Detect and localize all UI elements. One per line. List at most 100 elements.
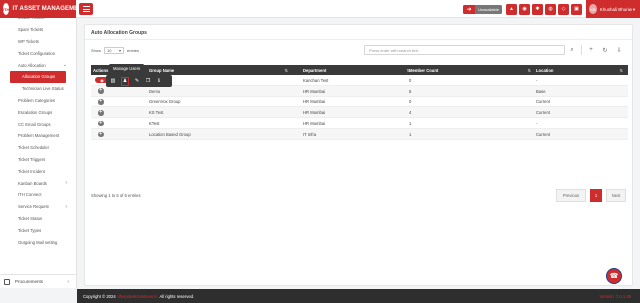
header-group-name[interactable]: Group Name ⇅ bbox=[149, 65, 291, 75]
sidebar-item-label: Ticket Incident bbox=[18, 168, 45, 174]
menu-toggle-button[interactable] bbox=[79, 3, 93, 15]
footer-link[interactable]: ithelpdesksolutions.in bbox=[118, 294, 158, 299]
download-icon[interactable]: ⇩ bbox=[614, 45, 624, 55]
expand-row-icon[interactable]: + bbox=[98, 110, 104, 116]
sidebar-item[interactable]: CC Email Groups bbox=[0, 118, 76, 130]
copy-icon[interactable]: ❐ bbox=[145, 78, 151, 85]
cell-member-count: 1 bbox=[409, 121, 412, 127]
sidebar-item-label: Ticket Types bbox=[18, 227, 42, 233]
cell-group-name: KTest bbox=[149, 121, 160, 127]
row-actions[interactable]: + bbox=[95, 118, 113, 129]
sidebar-item[interactable]: Ticket Triggers bbox=[0, 154, 76, 166]
sidebar-item-label: Service Request bbox=[18, 204, 49, 210]
search-input[interactable]: Press enter with search text bbox=[364, 45, 565, 55]
ticket-icon[interactable]: ▣ bbox=[571, 3, 582, 15]
sidebar-item-procurements[interactable]: Procurements › bbox=[0, 274, 76, 288]
sidebar-item[interactable]: Escalation Groups bbox=[0, 106, 76, 118]
table-row[interactable]: + KTest HR Mumbai 1 - bbox=[91, 118, 628, 129]
top-bar: ITH IT ASSET MANAGEMENT ➜ Unavailable ▲ … bbox=[0, 0, 640, 18]
cell-department: Kanchan Test bbox=[303, 77, 329, 83]
avatar: KB bbox=[589, 4, 597, 14]
sidebar-item[interactable]: Allocation Groups bbox=[10, 70, 66, 83]
globe-icon[interactable]: ◍ bbox=[545, 3, 556, 15]
sidebar-item[interactable]: Spam Tickets bbox=[0, 24, 76, 36]
cell-member-count: 5 bbox=[409, 88, 412, 94]
row-actions-menu: ▥ ♟ ✎ ❐ ℹ bbox=[106, 75, 172, 87]
page-size-select[interactable]: 10 ▾ bbox=[104, 47, 125, 54]
header-department[interactable]: Department ⇅ bbox=[303, 65, 413, 75]
expand-row-icon[interactable]: + bbox=[98, 131, 104, 138]
sidebar-item-label: Ticket Configuration bbox=[18, 50, 56, 56]
header-member-count[interactable]: Member Count ⇅ bbox=[409, 65, 534, 75]
brand[interactable]: ITH IT ASSET MANAGEMENT bbox=[0, 0, 86, 18]
sidebar-item-label: Ticket Status bbox=[18, 215, 43, 221]
sidebar-item[interactable]: WP Tickets bbox=[0, 36, 76, 48]
cell-location: Current bbox=[536, 99, 550, 105]
sidebar-item[interactable]: Problem Management bbox=[0, 130, 76, 142]
cell-location: Current bbox=[536, 110, 550, 116]
divider bbox=[85, 39, 632, 40]
user-icon[interactable]: ♟ bbox=[121, 76, 129, 86]
refresh-icon[interactable]: ↻ bbox=[600, 45, 610, 55]
search-placeholder: Press enter with search text bbox=[369, 47, 419, 53]
table-header: Actions Group Name ⇅ Department ⇅ Member C… bbox=[91, 65, 628, 75]
add-icon[interactable]: + bbox=[586, 45, 596, 55]
toolbar: ⌕ + ↻ ⇩ bbox=[567, 45, 624, 55]
sidebar-item[interactable]: Outgoing Mail setting bbox=[0, 236, 76, 248]
sidebar-item-label: Auto Allocation bbox=[18, 62, 46, 68]
sidebar-item[interactable]: Ticket Status bbox=[0, 213, 76, 225]
row-actions[interactable]: + bbox=[95, 97, 113, 108]
edit-icon[interactable]: ✎ bbox=[134, 78, 140, 85]
search-icon[interactable]: ⌕ bbox=[567, 45, 577, 55]
main-panel: Auto Allocation Groups Show 10 ▾ entries… bbox=[84, 24, 633, 286]
table-row[interactable]: + KS Test HR Mumbai 4 Current bbox=[91, 107, 628, 119]
cell-group-name: Demo bbox=[149, 88, 161, 94]
table-row[interactable]: + Location Based Group IT Infra 1 Current bbox=[91, 128, 628, 140]
expand-row-icon[interactable]: + bbox=[98, 120, 104, 127]
sidebar-item-label: WP Tickets bbox=[18, 38, 39, 44]
sidebar-item-label: Escalation Groups bbox=[18, 109, 53, 115]
sidebar-item[interactable]: Ticket Types bbox=[0, 224, 76, 236]
next-button[interactable]: Next bbox=[606, 189, 626, 202]
sidebar-item-label: Procurements bbox=[15, 279, 44, 284]
sidebar-item[interactable]: Ticket Incident bbox=[0, 165, 76, 177]
table-row[interactable]: + Demo HR Mumbai 5 Base bbox=[91, 85, 628, 97]
user-menu[interactable]: KB Khushali Bhuriw ▼ bbox=[586, 0, 640, 18]
sidebar-item[interactable]: Technician Live Status bbox=[0, 83, 76, 95]
table-row[interactable]: + GreenVox Group HR Mumbai 0 Current bbox=[91, 97, 628, 108]
rights: All rights reserved. bbox=[159, 293, 195, 299]
chevron-down-icon: ⌄ bbox=[62, 62, 67, 69]
row-actions[interactable]: + bbox=[95, 129, 113, 140]
sort-icon: ⇅ bbox=[619, 67, 623, 73]
row-actions[interactable]: + bbox=[95, 107, 113, 118]
sidebar-item[interactable]: ITH Connect bbox=[0, 189, 76, 201]
info-icon[interactable]: ℹ bbox=[156, 78, 162, 85]
expand-row-icon[interactable]: + bbox=[98, 99, 104, 105]
expand-row-icon[interactable]: + bbox=[98, 88, 104, 94]
page-button-1[interactable]: 1 bbox=[590, 189, 602, 202]
sidebar-item[interactable]: Kanban Boards › bbox=[0, 177, 76, 189]
availability-toggle[interactable]: ➜ Unavailable bbox=[463, 4, 502, 14]
header-location[interactable]: Location ⇅ bbox=[536, 65, 626, 75]
sidebar-item[interactable]: Ticket Scheduler bbox=[0, 142, 76, 154]
page-size-value: 10 bbox=[107, 48, 112, 53]
sidebar-item[interactable]: Service Request › bbox=[0, 201, 76, 213]
cell-department: HR Mumbai bbox=[303, 121, 326, 127]
pagination: Previous 1 Next bbox=[556, 189, 626, 202]
row-actions[interactable]: + bbox=[95, 86, 113, 97]
sidebar-item[interactable]: Problem Categories bbox=[0, 95, 76, 107]
lightbulb-icon[interactable]: ◉ bbox=[519, 3, 530, 15]
tag-icon[interactable]: ◇ bbox=[558, 3, 569, 15]
gear-icon[interactable]: ✱ bbox=[532, 3, 543, 15]
page-size-control: Show 10 ▾ entries bbox=[91, 47, 139, 54]
trash-icon[interactable]: ▥ bbox=[110, 78, 116, 85]
copyright: Copyright © 2024 bbox=[83, 293, 116, 299]
chat-support-button[interactable]: ☎ bbox=[606, 268, 622, 284]
bell-icon[interactable]: ▲ bbox=[506, 3, 517, 15]
sidebar-item-label: Ticket Scheduler bbox=[18, 145, 50, 151]
sidebar-item-label: Ticket Triggers bbox=[18, 156, 46, 162]
sidebar-item[interactable]: Ticket Configuration bbox=[0, 47, 76, 59]
sidebar-item[interactable]: Auto Allocation ⌄ bbox=[0, 59, 76, 71]
cell-department: IT Infra bbox=[303, 131, 317, 137]
previous-button[interactable]: Previous bbox=[556, 189, 586, 202]
